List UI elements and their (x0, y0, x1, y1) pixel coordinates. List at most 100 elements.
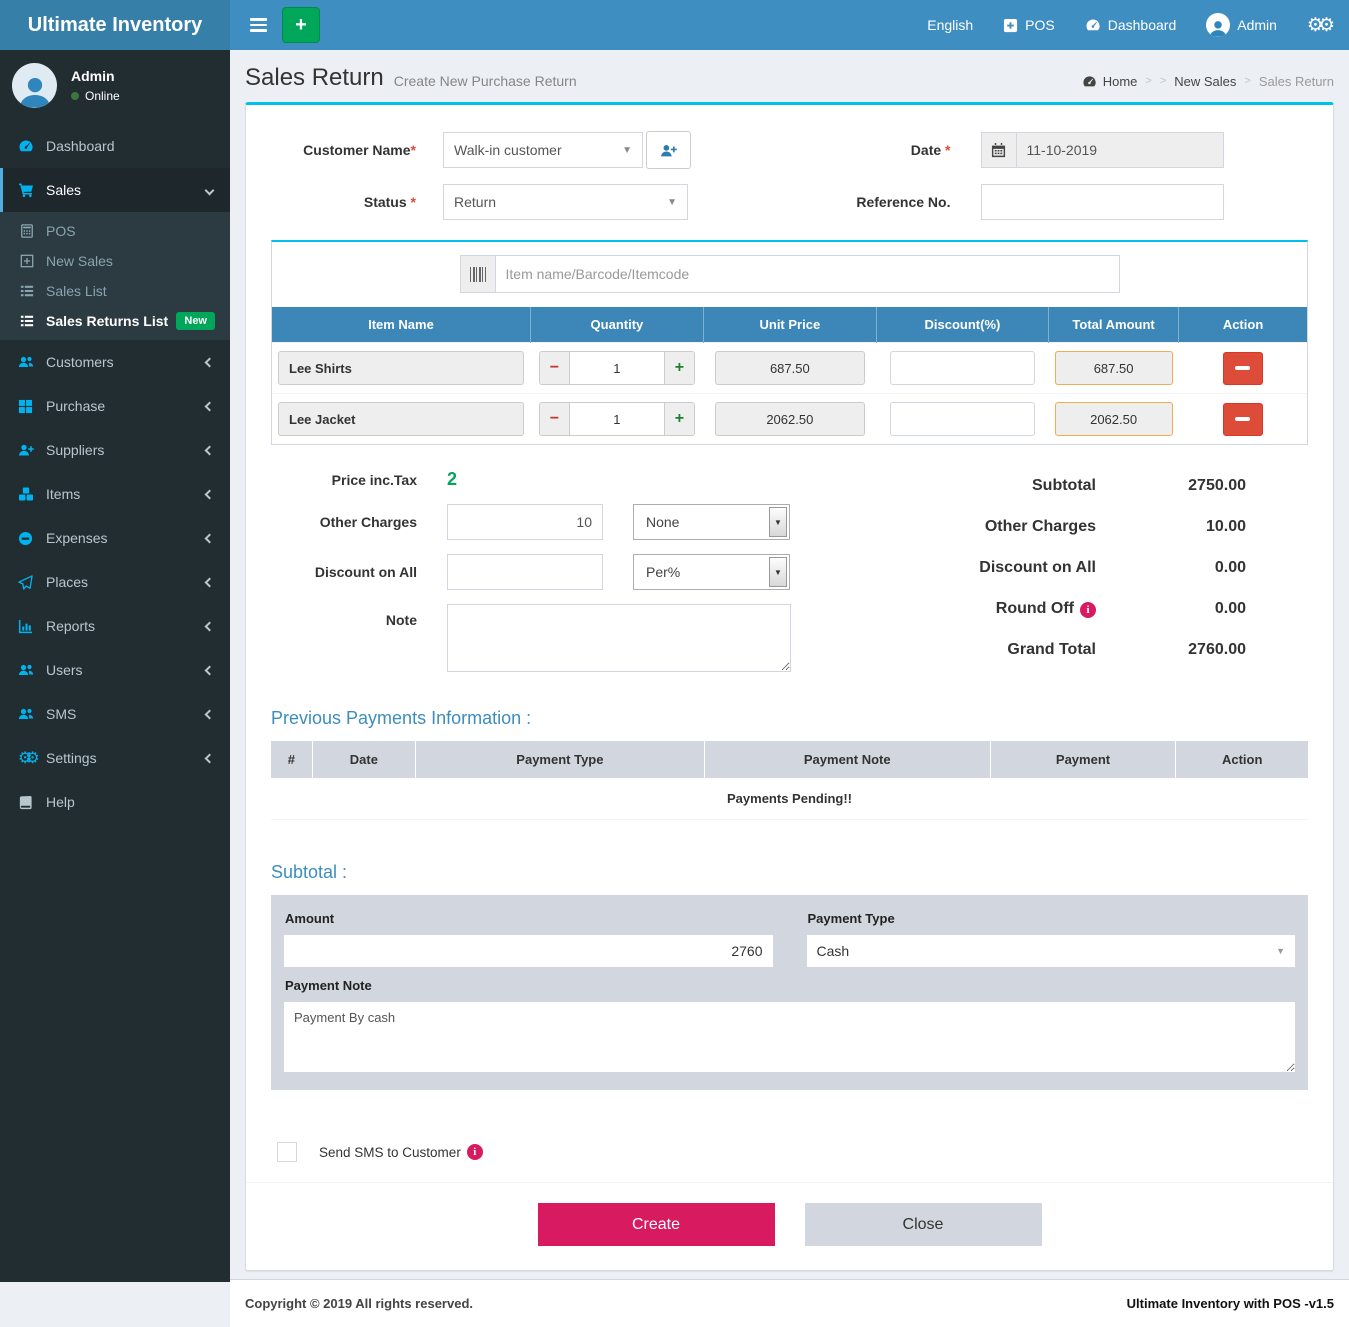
sidebar-item-customers[interactable]: Customers (0, 340, 230, 384)
info-icon[interactable]: i (467, 1144, 483, 1160)
sidebar-item-new-sales[interactable]: New Sales (0, 246, 230, 276)
pos-link[interactable]: POS (1003, 17, 1055, 33)
discount-input[interactable] (890, 351, 1034, 385)
minus-icon (1235, 366, 1250, 370)
grand-total-label: Grand Total (1007, 641, 1096, 659)
sidebar-item-items[interactable]: Items (0, 472, 230, 516)
calendar-addon[interactable] (981, 132, 1017, 168)
paper-plane-icon (18, 575, 46, 590)
sidebar-user-name: Admin (71, 68, 120, 84)
qty-decrease-button[interactable]: − (540, 352, 570, 384)
chevron-down-icon (205, 185, 215, 195)
chevron-left-icon (205, 709, 215, 719)
online-dot-icon (71, 92, 79, 100)
qty-input[interactable] (570, 403, 664, 435)
sidebar-item-users[interactable]: Users (0, 648, 230, 692)
gears-icon: ⚙⚙ (1307, 16, 1329, 35)
breadcrumb-new-sales[interactable]: New Sales (1174, 74, 1236, 89)
send-sms-checkbox[interactable] (277, 1142, 297, 1162)
other-charges-total-label: Other Charges (985, 518, 1096, 536)
chevron-left-icon (205, 401, 215, 411)
item-search-input[interactable] (496, 255, 1120, 293)
chevron-left-icon (205, 577, 215, 587)
sidebar-item-expenses[interactable]: Expenses (0, 516, 230, 560)
other-charges-input[interactable] (447, 504, 603, 540)
col-payment-note: Payment Note (704, 741, 990, 778)
subtotal-value: 2750.00 (1096, 477, 1246, 495)
note-textarea[interactable] (447, 604, 791, 672)
settings-menu[interactable]: ⚙⚙ (1307, 16, 1329, 35)
totals-summary: Subtotal 2750.00 Other Charges 10.00 Dis… (866, 469, 1246, 686)
sidebar-item-reports[interactable]: Reports (0, 604, 230, 648)
sidebar-item-dashboard[interactable]: Dashboard (0, 124, 230, 168)
sidebar-toggle-button[interactable] (238, 0, 278, 50)
charges-form: Price inc.Tax 2 Other Charges None ▼ Dis… (271, 469, 806, 686)
amount-label: Amount (285, 911, 774, 926)
sidebar-item-sales-returns-list[interactable]: Sales Returns List New (0, 306, 230, 336)
payment-type-select[interactable]: Cash ▼ (806, 934, 1297, 968)
col-action: Action (1179, 307, 1307, 343)
sms-row: Send SMS to Customer i (277, 1142, 1308, 1162)
list-icon (20, 314, 46, 328)
dashboard-icon (1085, 17, 1101, 33)
other-charges-type-select[interactable]: None ▼ (633, 504, 790, 540)
payment-note-label: Payment Note (285, 978, 1296, 993)
page-subtitle: Create New Purchase Return (394, 67, 577, 89)
col-discount: Discount(%) (876, 307, 1048, 343)
sidebar-item-suppliers[interactable]: Suppliers (0, 428, 230, 472)
sidebar-item-help[interactable]: Help (0, 780, 230, 824)
users-icon (18, 662, 46, 678)
other-charges-total-value: 10.00 (1096, 518, 1246, 536)
info-icon[interactable]: i (1080, 602, 1096, 618)
sidebar-item-settings[interactable]: ⚙⚙ Settings (0, 736, 230, 780)
qty-input[interactable] (570, 352, 664, 384)
qty-increase-button[interactable]: + (664, 403, 694, 435)
remove-item-button[interactable] (1223, 403, 1263, 436)
add-customer-button[interactable] (646, 131, 691, 169)
create-button[interactable]: Create (538, 1203, 775, 1246)
top-nav-right: English POS Dashboard Admin ⚙⚙ (927, 13, 1341, 37)
discount-on-all-input[interactable] (447, 554, 603, 590)
amount-input[interactable] (283, 934, 774, 968)
form-actions: Create Close (271, 1183, 1308, 1258)
brand-title: Ultimate Inventory (28, 14, 202, 37)
app-logo[interactable]: Ultimate Inventory (0, 0, 230, 50)
breadcrumb-home[interactable]: Home (1082, 74, 1138, 89)
payments-pending-message: Payments Pending!! (271, 778, 1308, 820)
sidebar-item-pos[interactable]: POS (0, 216, 230, 246)
dashboard-link[interactable]: Dashboard (1085, 17, 1177, 33)
users-icon (18, 354, 46, 370)
sidebar-item-sales-list[interactable]: Sales List (0, 276, 230, 306)
quick-add-button[interactable]: + (282, 7, 320, 43)
col-number: # (271, 741, 312, 778)
sidebar-item-places[interactable]: Places (0, 560, 230, 604)
grand-total-value: 2760.00 (1096, 641, 1246, 659)
qty-increase-button[interactable]: + (664, 352, 694, 384)
reference-input[interactable] (981, 184, 1224, 220)
sidebar-item-sales[interactable]: Sales (0, 168, 230, 212)
table-row: Payments Pending!! (271, 778, 1308, 820)
items-panel: Item Name Quantity Unit Price Discount(%… (271, 240, 1308, 445)
language-menu[interactable]: English (927, 17, 973, 33)
customer-select[interactable]: Walk-in customer ▼ (443, 132, 643, 168)
qty-decrease-button[interactable]: − (540, 403, 570, 435)
col-date: Date (312, 741, 415, 778)
sidebar-item-purchase[interactable]: Purchase (0, 384, 230, 428)
date-label: Date * (821, 142, 951, 158)
payment-type-label: Payment Type (808, 911, 1297, 926)
barcode-addon (460, 255, 496, 293)
col-quantity: Quantity (530, 307, 703, 343)
user-menu[interactable]: Admin (1206, 13, 1277, 37)
date-input[interactable] (1017, 132, 1224, 168)
remove-item-button[interactable] (1223, 352, 1263, 385)
sidebar-item-sms[interactable]: SMS (0, 692, 230, 736)
discount-input[interactable] (890, 402, 1034, 436)
discount-type-select[interactable]: Per% ▼ (633, 554, 790, 590)
subtotal-heading: Subtotal : (271, 862, 1308, 883)
table-row: Lee Jacket − + 2062.50 2062.50 (272, 394, 1307, 445)
payment-note-textarea[interactable]: Payment By cash (283, 1001, 1296, 1073)
chevron-left-icon (205, 357, 215, 367)
close-button[interactable]: Close (805, 1203, 1042, 1246)
barcode-icon (470, 267, 486, 282)
status-select[interactable]: Return ▼ (443, 184, 688, 220)
